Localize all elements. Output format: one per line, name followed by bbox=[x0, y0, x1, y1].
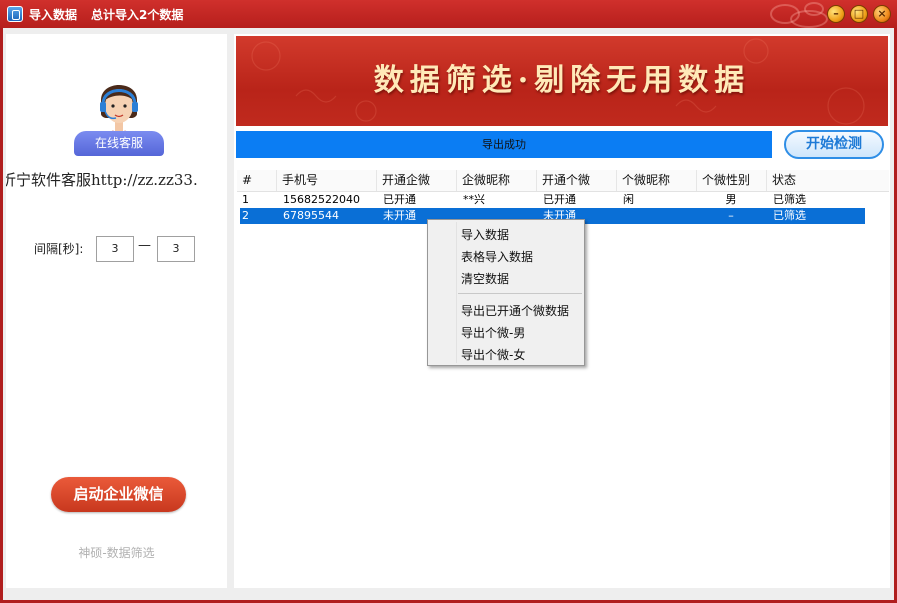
interval-max-input[interactable]: 3 bbox=[157, 236, 195, 262]
menu-item-clear-data[interactable]: 清空数据 bbox=[461, 270, 509, 287]
table-header: # 手机号 开通企微 企微昵称 开通个微 个微昵称 个微性别 状态 bbox=[237, 170, 889, 192]
menu-item-export-opened-personal[interactable]: 导出已开通个微数据 bbox=[461, 302, 569, 319]
menu-gutter bbox=[456, 222, 457, 363]
column-header[interactable]: # bbox=[237, 170, 277, 191]
banner: 数据筛选·剔除无用数据 bbox=[236, 36, 888, 126]
row-index: 1 bbox=[242, 193, 249, 206]
maximize-button[interactable]: □ bbox=[850, 5, 868, 23]
column-header[interactable]: 个微性别 bbox=[697, 170, 767, 191]
phone-cell: 15682522040 bbox=[283, 193, 360, 206]
column-header[interactable]: 开通个微 bbox=[537, 170, 617, 191]
menu-item-export-male[interactable]: 导出个微-男 bbox=[461, 324, 525, 341]
interval-label: 间隔[秒]: bbox=[34, 242, 84, 256]
row-index: 2 bbox=[242, 209, 249, 222]
menu-item-import-spreadsheet[interactable]: 表格导入数据 bbox=[461, 248, 533, 265]
close-button[interactable]: × bbox=[873, 5, 891, 23]
start-detect-button[interactable]: 开始检测 bbox=[784, 130, 884, 159]
menu-item-export-female[interactable]: 导出个微-女 bbox=[461, 346, 525, 363]
import-summary: 总计导入2个数据 bbox=[91, 8, 184, 22]
online-service-button[interactable]: 在线客服 bbox=[74, 131, 164, 156]
column-header[interactable]: 开通企微 bbox=[377, 170, 457, 191]
maximize-icon: □ bbox=[853, 7, 865, 20]
menu-separator bbox=[458, 293, 582, 294]
cloud-decoration-icon bbox=[804, 2, 824, 16]
corp-nickname-cell: **兴 bbox=[463, 193, 485, 206]
gender-cell: – bbox=[728, 209, 734, 222]
minimize-icon: – bbox=[833, 7, 839, 20]
column-header[interactable]: 状态 bbox=[767, 170, 889, 191]
window-title: 导入数据 bbox=[29, 8, 78, 22]
table-row[interactable]: 1 15682522040 已开通 **兴 已开通 闲 男 已筛选 bbox=[240, 192, 865, 208]
column-header[interactable]: 个微昵称 bbox=[617, 170, 697, 191]
menu-item-import-data[interactable]: 导入数据 bbox=[461, 226, 509, 243]
service-contact-text: 忻宁软件客服http://zz.zz33. bbox=[6, 171, 198, 189]
personal-nickname-cell bbox=[621, 208, 701, 224]
app-icon bbox=[7, 6, 23, 22]
personal-wechat-cell: 已开通 bbox=[543, 193, 576, 206]
status-cell: 已筛选 bbox=[773, 193, 806, 206]
phone-cell: 67895544 bbox=[283, 209, 339, 222]
status-message-bar: 导出成功 bbox=[236, 131, 772, 158]
column-header[interactable]: 手机号 bbox=[277, 170, 377, 191]
close-icon: × bbox=[877, 7, 887, 20]
status-cell: 已筛选 bbox=[773, 209, 806, 222]
corp-wechat-cell: 已开通 bbox=[383, 193, 416, 206]
title-bar[interactable]: 导入数据 总计导入2个数据 – □ × bbox=[0, 0, 897, 28]
footer-text: 神硕-数据筛选 bbox=[78, 546, 155, 560]
interval-separator: — bbox=[138, 238, 151, 253]
minimize-button[interactable]: – bbox=[827, 5, 845, 23]
personal-nickname-cell: 闲 bbox=[623, 193, 634, 206]
context-menu: 导入数据 表格导入数据 清空数据 导出已开通个微数据 导出个微-男 导出个微-女 bbox=[427, 219, 585, 366]
banner-title: 数据筛选·剔除无用数据 bbox=[373, 63, 751, 98]
column-header[interactable]: 企微昵称 bbox=[457, 170, 537, 191]
gender-cell: 男 bbox=[725, 193, 737, 206]
launch-wecom-button[interactable]: 启动企业微信 bbox=[51, 477, 186, 512]
interval-min-input[interactable]: 3 bbox=[96, 236, 134, 262]
